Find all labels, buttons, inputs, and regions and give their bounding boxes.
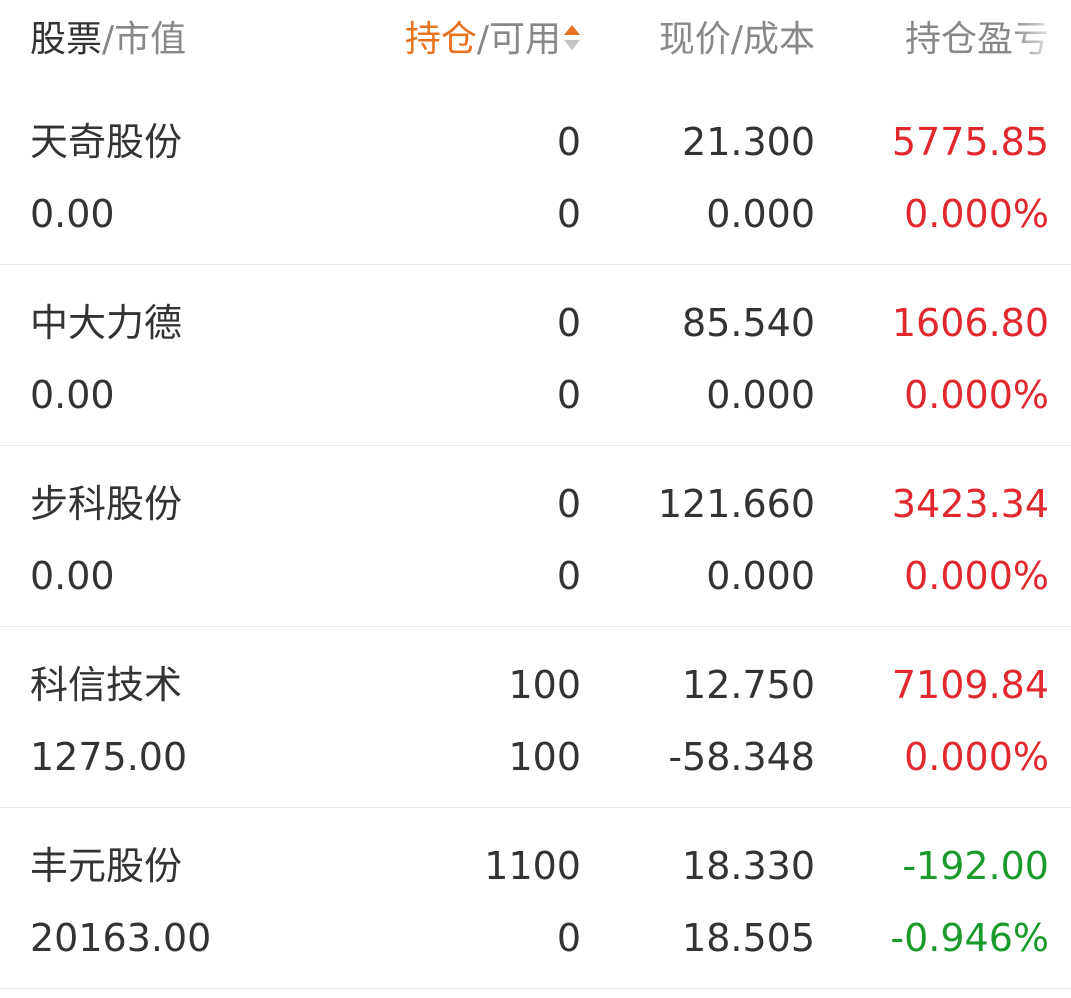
position-row[interactable]: 步科股份 0 121.660 3423.34 0.00 0 0.000 0.00… <box>0 446 1071 627</box>
market-value: 20163.00 <box>30 916 212 960</box>
holding-quantity: 1100 <box>484 844 581 888</box>
header-available-label: /可用 <box>476 19 561 60</box>
column-header: 股票/市值 持仓/可用 现价/成本 持仓盈亏 <box>0 0 1071 84</box>
profit-loss-percent: 0.000% <box>904 554 1049 598</box>
cost-price: 0.000 <box>706 373 815 417</box>
market-value: 1275.00 <box>30 735 188 779</box>
profit-loss-percent: -0.946% <box>890 916 1049 960</box>
position-row[interactable]: 天奇股份 0 21.300 5775.85 0.00 0 0.000 0.000… <box>0 84 1071 265</box>
holding-quantity: 0 <box>556 120 581 164</box>
stock-name: 步科股份 <box>30 482 183 526</box>
current-price: 21.300 <box>682 120 815 164</box>
profit-loss: 1606.80 <box>891 301 1049 345</box>
stock-name: 中大力德 <box>30 301 183 345</box>
current-price: 85.540 <box>682 301 815 345</box>
profit-loss: -192.00 <box>902 844 1049 888</box>
current-price: 12.750 <box>682 663 815 707</box>
available-quantity: 0 <box>556 554 581 598</box>
header-hold-label: 持仓 <box>404 19 477 60</box>
profit-loss: 7109.84 <box>891 663 1049 707</box>
profit-loss-percent: 0.000% <box>904 373 1049 417</box>
position-row[interactable]: 中大力德 0 85.540 1606.80 0.00 0 0.000 0.000… <box>0 265 1071 446</box>
position-row[interactable]: 丰元股份 1100 18.330 -192.00 20163.00 0 18.5… <box>0 808 1071 989</box>
available-quantity: 0 <box>556 192 581 236</box>
cost-price: 18.505 <box>682 916 815 960</box>
header-value-label: /市值 <box>102 19 187 60</box>
available-quantity: 100 <box>508 735 581 779</box>
profit-loss-percent: 0.000% <box>904 192 1049 236</box>
available-quantity: 0 <box>556 373 581 417</box>
sort-by-stock-name[interactable]: 股票/市值 <box>30 14 186 66</box>
sort-arrows-icon <box>563 19 581 55</box>
stock-name: 科信技术 <box>30 663 183 707</box>
holding-quantity: 0 <box>556 482 581 526</box>
market-value: 0.00 <box>30 192 115 236</box>
position-list: 天奇股份 0 21.300 5775.85 0.00 0 0.000 0.000… <box>0 84 1071 989</box>
cost-price: -58.348 <box>668 735 815 779</box>
position-row[interactable]: 科信技术 100 12.750 7109.84 1275.00 100 -58.… <box>0 627 1071 808</box>
profit-loss: 5775.85 <box>891 120 1049 164</box>
market-value: 0.00 <box>30 373 115 417</box>
profit-loss: 3423.34 <box>891 482 1049 526</box>
stock-name: 天奇股份 <box>30 120 183 164</box>
header-fade-overlay <box>1011 10 1071 70</box>
cost-price: 0.000 <box>706 192 815 236</box>
profit-loss-percent: 0.000% <box>904 735 1049 779</box>
market-value: 0.00 <box>30 554 115 598</box>
header-stock-label: 股票 <box>30 19 103 60</box>
sort-by-price[interactable]: 现价/成本 <box>659 14 815 66</box>
header-price-label: 现价/成本 <box>658 19 815 60</box>
holding-quantity: 0 <box>556 301 581 345</box>
stock-name: 丰元股份 <box>30 844 183 888</box>
holding-quantity: 100 <box>508 663 581 707</box>
current-price: 18.330 <box>682 844 815 888</box>
available-quantity: 0 <box>556 916 581 960</box>
sort-by-holdings[interactable]: 持仓/可用 <box>405 14 581 66</box>
current-price: 121.660 <box>657 482 815 526</box>
cost-price: 0.000 <box>706 554 815 598</box>
